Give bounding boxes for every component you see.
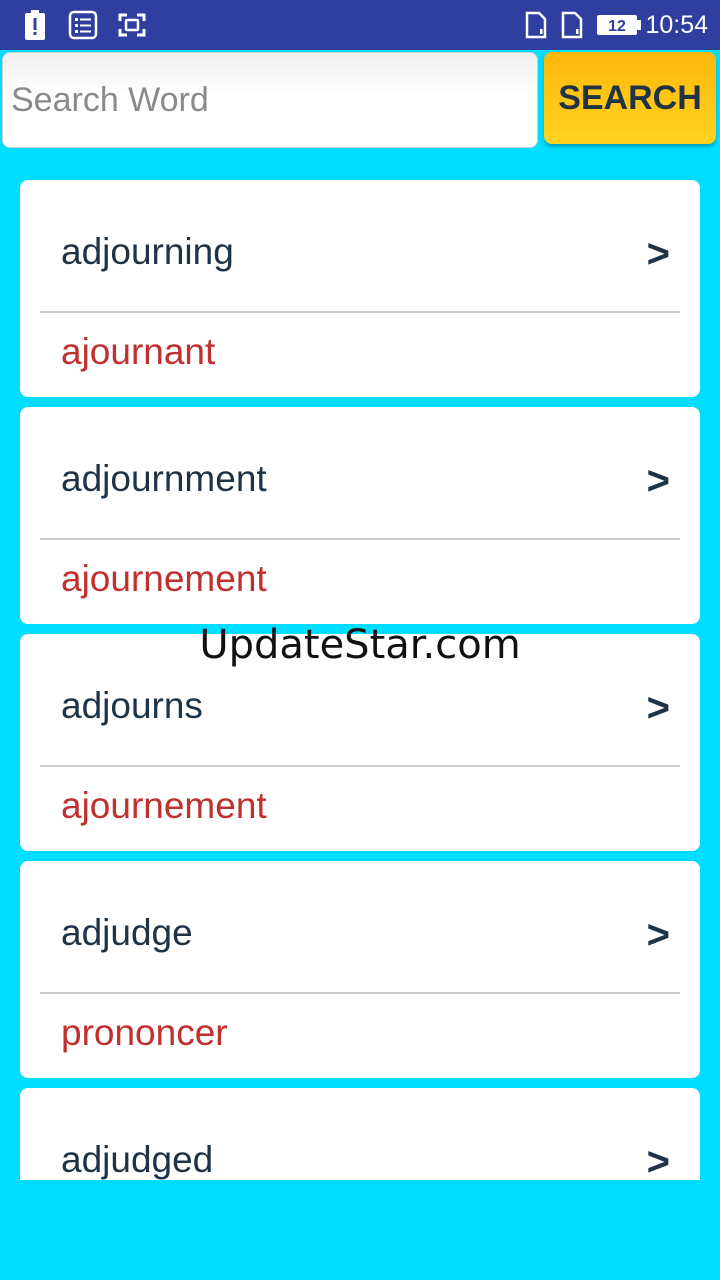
sim-card-icon [524,10,548,40]
word-text: adjourning [61,231,234,272]
translation-text: ajournement [61,558,267,599]
list-item[interactable]: adjudge > prononcer [20,861,700,1078]
chevron-right-icon: > [646,913,670,957]
battery-icon: 12 [596,10,642,40]
checklist-icon [68,10,98,40]
translation-text: prononcer [61,1012,228,1053]
chevron-right-icon: > [646,459,670,503]
translation-text: ajournant [61,331,216,372]
results-list[interactable]: adjourning > ajournant adjournment > ajo… [20,180,700,1180]
word-text: adjournment [61,458,267,499]
list-item[interactable]: adjournment > ajournement [20,407,700,624]
word-text: adjudged [61,1139,214,1180]
status-bar: 12 10:54 [0,0,720,50]
chevron-right-icon: > [646,232,670,276]
sim-card-icon [560,10,584,40]
clock: 10:54 [645,11,708,39]
search-button[interactable]: SEARCH [544,52,716,144]
list-item[interactable]: adjourning > ajournant [20,180,700,397]
divider [40,311,680,313]
battery-level: 12 [608,18,626,35]
chevron-right-icon: > [646,686,670,730]
divider [40,992,680,994]
word-text: adjudge [61,912,193,953]
search-input[interactable] [2,52,538,148]
divider [40,765,680,767]
chevron-right-icon: > [646,1140,670,1180]
screenshot-icon [118,10,146,40]
list-item[interactable]: adjourns > ajournement [20,634,700,851]
list-item[interactable]: adjudged > [20,1088,700,1180]
divider [40,538,680,540]
word-text: adjourns [61,685,203,726]
alert-battery-icon [24,10,46,40]
translation-text: ajournement [61,785,267,826]
